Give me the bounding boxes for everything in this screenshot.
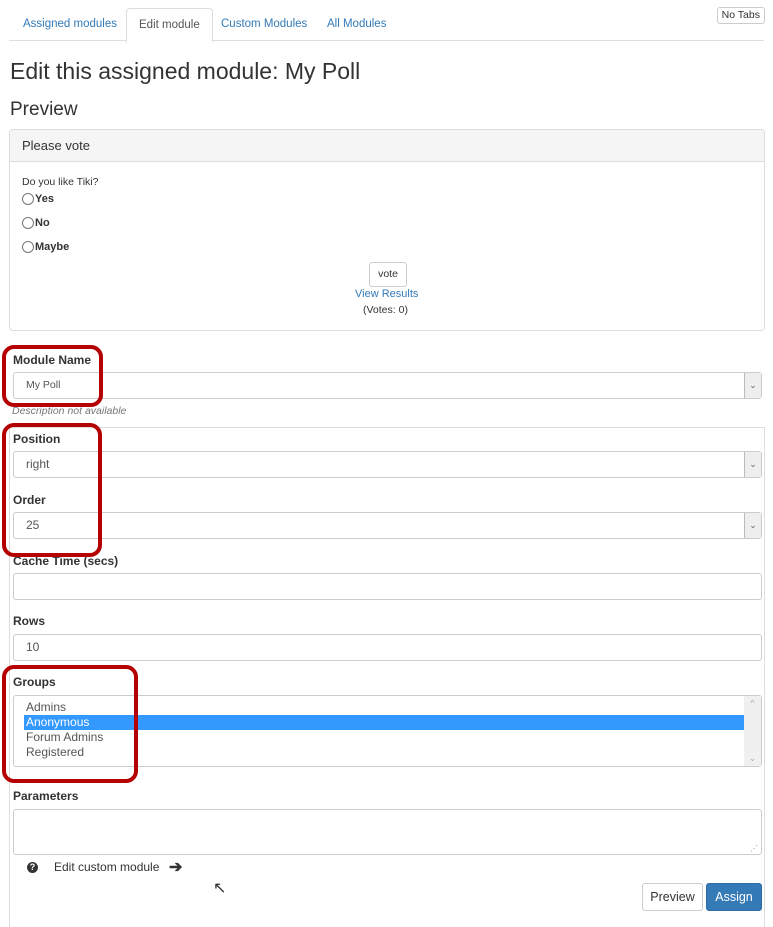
radio-button[interactable] xyxy=(22,193,34,205)
scroll-down-icon[interactable]: ⌄ xyxy=(744,753,761,764)
poll-option-yes[interactable]: Yes xyxy=(22,193,54,205)
assign-button[interactable]: Assign xyxy=(706,883,762,911)
preview-heading: Preview xyxy=(10,99,78,120)
radio-button[interactable] xyxy=(22,217,34,229)
chevron-down-icon[interactable]: ⌄ xyxy=(744,373,761,398)
tab-assigned-modules[interactable]: Assigned modules xyxy=(11,8,129,41)
cache-time-label: Cache Time (secs) xyxy=(13,554,119,568)
module-name-select[interactable]: My Poll ⌄ xyxy=(13,372,762,399)
edit-custom-module-link[interactable]: Edit custom module xyxy=(54,860,159,874)
groups-listbox[interactable]: Admins Anonymous Forum Admins Registered… xyxy=(13,695,762,767)
module-tabs: Assigned modules Edit module Custom Modu… xyxy=(9,6,764,43)
module-description: Description not available xyxy=(12,405,127,417)
position-select[interactable]: right ⌄ xyxy=(13,451,762,478)
resize-grip-icon[interactable]: ⋰ xyxy=(750,844,758,853)
scroll-up-icon[interactable]: ^ xyxy=(744,698,761,708)
view-results-link[interactable]: View Results xyxy=(355,288,418,300)
help-icon[interactable]: ? xyxy=(27,862,38,873)
votes-count: (Votes: 0) xyxy=(363,304,408,316)
order-label: Order xyxy=(13,493,46,507)
tab-edit-module[interactable]: Edit module xyxy=(126,8,213,43)
poll-title: Please vote xyxy=(10,130,764,162)
preview-button[interactable]: Preview xyxy=(642,883,703,911)
chevron-down-icon[interactable]: ⌄ xyxy=(744,513,761,538)
rows-input[interactable]: 10 xyxy=(13,634,762,661)
position-label: Position xyxy=(13,432,61,446)
order-select[interactable]: 25 ⌄ xyxy=(13,512,762,539)
mouse-cursor-icon: ↖ xyxy=(213,880,227,897)
parameters-label: Parameters xyxy=(13,789,79,803)
rows-label: Rows xyxy=(13,614,46,628)
chevron-down-icon[interactable]: ⌄ xyxy=(744,452,761,477)
parameters-textarea[interactable]: ⋰ xyxy=(13,809,762,855)
cache-time-input[interactable] xyxy=(13,573,762,600)
listbox-scrollbar[interactable]: ^ ⌄ xyxy=(744,696,761,766)
module-name-label: Module Name xyxy=(13,353,92,367)
tab-custom-modules[interactable]: Custom Modules xyxy=(209,8,319,41)
vote-button[interactable]: vote xyxy=(369,262,407,287)
no-tabs-button[interactable]: No Tabs xyxy=(716,7,765,24)
poll-option-maybe[interactable]: Maybe xyxy=(22,241,69,253)
poll-preview-panel: Please vote Do you like Tiki? Yes No May… xyxy=(9,129,765,331)
groups-label: Groups xyxy=(13,675,56,689)
group-option-registered[interactable]: Registered xyxy=(24,745,744,760)
group-option-anonymous[interactable]: Anonymous xyxy=(24,715,744,730)
group-option-admins[interactable]: Admins xyxy=(24,700,744,715)
arrow-right-icon[interactable]: ➔ xyxy=(169,857,182,877)
poll-option-no[interactable]: No xyxy=(22,217,50,229)
page-title: Edit this assigned module: My Poll xyxy=(10,58,361,84)
radio-button[interactable] xyxy=(22,241,34,253)
group-option-forum-admins[interactable]: Forum Admins xyxy=(24,730,744,745)
poll-question: Do you like Tiki? xyxy=(22,176,99,188)
tab-all-modules[interactable]: All Modules xyxy=(315,8,398,41)
